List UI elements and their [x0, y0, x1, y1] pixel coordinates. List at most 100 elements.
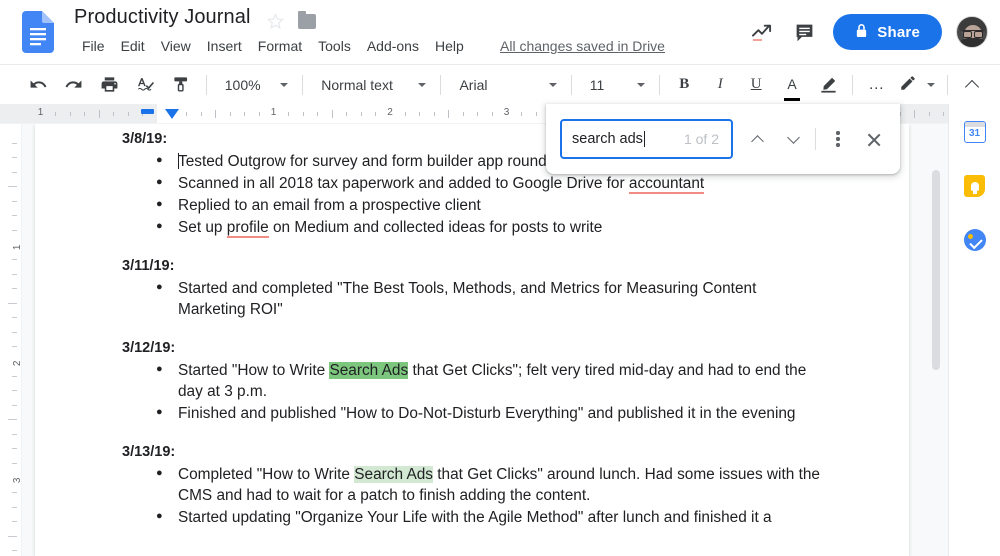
document-page[interactable]: 3/8/19:Tested Outgrow for survey and for… [35, 124, 909, 556]
font-size-dropdown[interactable]: 11 [582, 71, 650, 99]
italic-button[interactable]: I [706, 71, 734, 99]
collapse-toolbar-button[interactable] [958, 71, 986, 99]
more-toolbar-options[interactable]: … [863, 71, 891, 99]
close-icon [867, 132, 882, 147]
underline-button[interactable]: U [742, 71, 770, 99]
list-item[interactable]: Finished and published "How to Do-Not-Di… [128, 402, 822, 424]
print-icon[interactable] [96, 71, 124, 99]
text-run: Tested Outgrow for survey and form build… [178, 153, 564, 170]
text-run: Scanned in all 2018 tax paperwork and ad… [178, 175, 629, 192]
spellcheck-icon[interactable] [132, 71, 160, 99]
save-status[interactable]: All changes saved in Drive [500, 38, 665, 54]
chevron-down-icon [927, 82, 936, 87]
lock-icon [855, 23, 868, 42]
comment-icon[interactable] [783, 12, 825, 52]
bullet-list: Started and completed "The Best Tools, M… [128, 277, 822, 320]
highlight-pen-icon[interactable] [814, 71, 842, 99]
paragraph-style-value: Normal text [321, 76, 393, 93]
paint-format-icon[interactable] [168, 71, 196, 99]
title-actions [267, 11, 316, 30]
text-run: Started and completed "The Best Tools, M… [178, 280, 757, 318]
user-avatar[interactable] [956, 16, 988, 48]
zoom-value: 100% [224, 76, 261, 93]
google-docs-window: Productivity Journal File Edit View Inse… [0, 0, 1000, 556]
find-query-value: search ads [572, 131, 643, 147]
menu-item-file[interactable]: File [74, 36, 113, 56]
search-match: Search Ads [354, 466, 433, 483]
menu-item-addons[interactable]: Add-ons [359, 36, 427, 56]
google-keep-icon[interactable] [959, 170, 991, 202]
folder-icon[interactable] [298, 11, 316, 29]
undo-icon[interactable] [24, 71, 52, 99]
first-line-indent-marker[interactable] [141, 109, 154, 114]
date-heading: 3/11/19: [122, 258, 175, 274]
find-input[interactable]: search ads 1 of 2 [560, 119, 733, 159]
pencil-icon [899, 74, 917, 95]
google-tasks-icon[interactable] [959, 224, 991, 256]
redo-icon[interactable] [60, 71, 88, 99]
chevron-up-icon [964, 79, 980, 94]
find-close-button[interactable] [856, 121, 892, 157]
text-run: Completed "How to Write [178, 466, 355, 483]
left-indent-triangle[interactable] [165, 109, 179, 119]
find-match-counter: 1 of 2 [683, 131, 719, 147]
formatting-toolbar: 100% Normal text Arial 11 B I U A … [0, 64, 1000, 104]
find-next-button[interactable] [775, 121, 811, 157]
menu-item-tools[interactable]: Tools [310, 36, 359, 56]
chevron-down-icon [418, 82, 427, 87]
spellcheck-underline[interactable]: profile [226, 219, 269, 238]
find-bar: search ads 1 of 2 [546, 104, 900, 174]
text-run: Replied to an email from a prospective c… [178, 197, 481, 214]
menu-item-view[interactable]: View [153, 36, 199, 56]
text-run: on Medium and collected ideas for posts … [268, 219, 603, 236]
list-item[interactable]: Started and completed "The Best Tools, M… [128, 277, 822, 320]
menu-item-edit[interactable]: Edit [113, 36, 153, 56]
document-text[interactable]: 3/8/19:Tested Outgrow for survey and for… [122, 129, 822, 529]
list-item[interactable]: Started updating "Organize Your Life wit… [128, 506, 822, 528]
bullet-list: Started "How to Write Search Ads that Ge… [128, 359, 822, 424]
text-run: Started updating "Organize Your Life wit… [178, 509, 772, 526]
text-run: Set up [178, 219, 227, 236]
find-options-button[interactable] [820, 121, 856, 157]
star-outline-icon[interactable] [267, 13, 284, 30]
list-item[interactable]: Replied to an email from a prospective c… [128, 194, 822, 216]
docs-file-icon[interactable] [22, 11, 54, 53]
menu-bar: File Edit View Insert Format Tools Add-o… [74, 36, 472, 56]
text-color-button[interactable]: A [778, 71, 806, 99]
edit-mode-dropdown[interactable] [891, 71, 937, 99]
toolbar-right-group [891, 71, 1000, 99]
search-match-active: Search Ads [329, 362, 409, 379]
vertical-scrollbar[interactable] [932, 170, 940, 370]
menu-item-help[interactable]: Help [427, 36, 472, 56]
date-heading: 3/13/19: [122, 444, 176, 460]
zoom-dropdown[interactable]: 100% [217, 71, 293, 99]
document-title[interactable]: Productivity Journal [74, 6, 251, 29]
font-family-value: Arial [459, 76, 488, 93]
divider [815, 128, 816, 150]
menu-item-format[interactable]: Format [250, 36, 310, 56]
share-button-label: Share [877, 23, 920, 41]
text-run: Started "How to Write [178, 362, 330, 379]
chevron-down-icon [280, 82, 289, 87]
document-canvas[interactable]: 3/8/19:Tested Outgrow for survey and for… [22, 124, 948, 556]
list-item[interactable]: Set up profile on Medium and collected i… [128, 216, 822, 238]
google-calendar-icon[interactable]: 31 [959, 116, 991, 148]
chevron-down-icon [637, 82, 646, 87]
find-previous-button[interactable] [739, 121, 775, 157]
chevron-up-icon [750, 134, 764, 148]
list-item[interactable]: Started "How to Write Search Ads that Ge… [128, 359, 822, 402]
chevron-down-icon [786, 130, 800, 144]
trending-up-icon[interactable] [741, 12, 783, 52]
paragraph-style-dropdown[interactable]: Normal text [313, 71, 430, 99]
kebab-menu-icon [836, 131, 840, 147]
list-item[interactable]: Completed "How to Write Search Ads that … [128, 463, 822, 506]
list-item[interactable]: Scanned in all 2018 tax paperwork and ad… [128, 172, 822, 194]
spellcheck-underline[interactable]: accountant [628, 175, 705, 194]
side-panel-rail: 31 [948, 104, 1000, 556]
bold-button[interactable]: B [670, 71, 698, 99]
calendar-day-number: 31 [968, 128, 981, 139]
font-family-dropdown[interactable]: Arial [451, 71, 560, 99]
date-heading: 3/12/19: [122, 340, 176, 356]
menu-item-insert[interactable]: Insert [199, 36, 250, 56]
share-button[interactable]: Share [833, 14, 942, 50]
